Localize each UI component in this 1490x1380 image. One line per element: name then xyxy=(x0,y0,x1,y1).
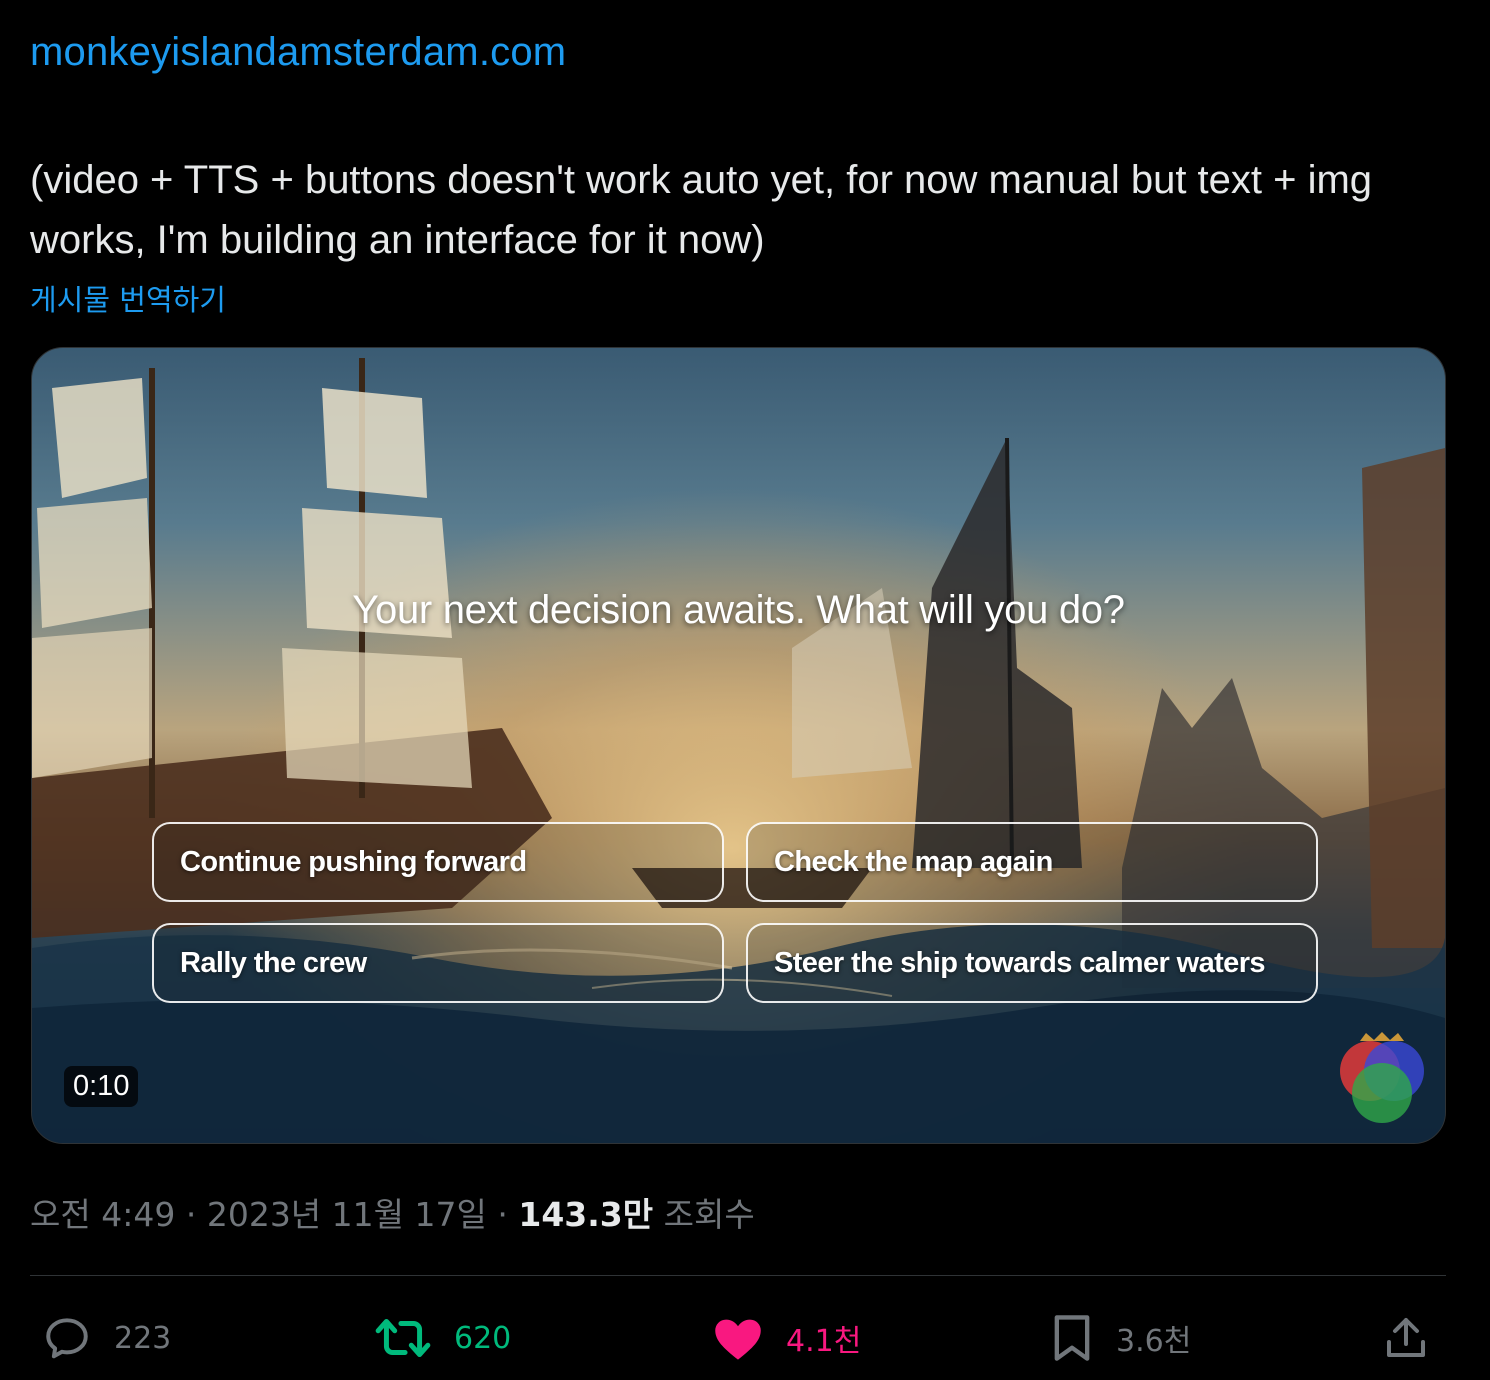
reply-button[interactable]: 223 xyxy=(42,1310,171,1366)
views-label: 조회수 xyxy=(663,1195,755,1234)
post-meta: 오전 4:49 · 2023년 11월 17일 · 143.3만 조회수 xyxy=(30,1188,755,1236)
reply-count: 223 xyxy=(114,1320,172,1356)
bookmark-button[interactable]: 3.6천 xyxy=(1050,1310,1191,1366)
divider xyxy=(30,1275,1446,1276)
choice-button-continue[interactable]: Continue pushing forward xyxy=(152,822,724,902)
video-timestamp: 0:10 xyxy=(64,1066,139,1107)
like-count: 4.1천 xyxy=(786,1324,862,1359)
choice-button-steer-ship[interactable]: Steer the ship towards calmer waters xyxy=(746,923,1318,1003)
share-button[interactable] xyxy=(1382,1310,1430,1366)
share-icon xyxy=(1387,1318,1425,1357)
meta-separator: · xyxy=(185,1195,197,1234)
bookmark-count: 3.6천 xyxy=(1116,1324,1192,1359)
post-time[interactable]: 오전 4:49 xyxy=(30,1195,175,1234)
repost-icon xyxy=(375,1318,431,1358)
views-count: 143.3만 xyxy=(518,1195,654,1234)
choice-button-check-map[interactable]: Check the map again xyxy=(746,822,1318,902)
post-date[interactable]: 2023년 11월 17일 xyxy=(207,1195,487,1234)
logo-icon xyxy=(1340,1032,1424,1123)
like-icon xyxy=(715,1319,761,1360)
post-link[interactable]: monkeyislandamsterdam.com xyxy=(30,30,566,75)
meta-separator: · xyxy=(497,1195,508,1234)
translate-post-link[interactable]: 게시물 번역하기 xyxy=(30,277,226,319)
post-text: (video + TTS + buttons doesn't work auto… xyxy=(30,158,1373,262)
video-player[interactable]: Your next decision awaits. What will you… xyxy=(31,347,1446,1144)
post-detail: monkeyislandamsterdam.com (video + TTS +… xyxy=(0,0,1490,1380)
ship-scene-image xyxy=(32,358,1445,1143)
reply-icon xyxy=(46,1318,88,1359)
like-button[interactable]: 4.1천 xyxy=(712,1310,861,1366)
bookmark-icon xyxy=(1054,1315,1090,1361)
choice-button-rally-crew[interactable]: Rally the crew xyxy=(152,923,724,1003)
decision-question: Your next decision awaits. What will you… xyxy=(352,588,1125,632)
repost-count: 620 xyxy=(454,1320,512,1356)
repost-button[interactable]: 620 xyxy=(374,1310,511,1366)
